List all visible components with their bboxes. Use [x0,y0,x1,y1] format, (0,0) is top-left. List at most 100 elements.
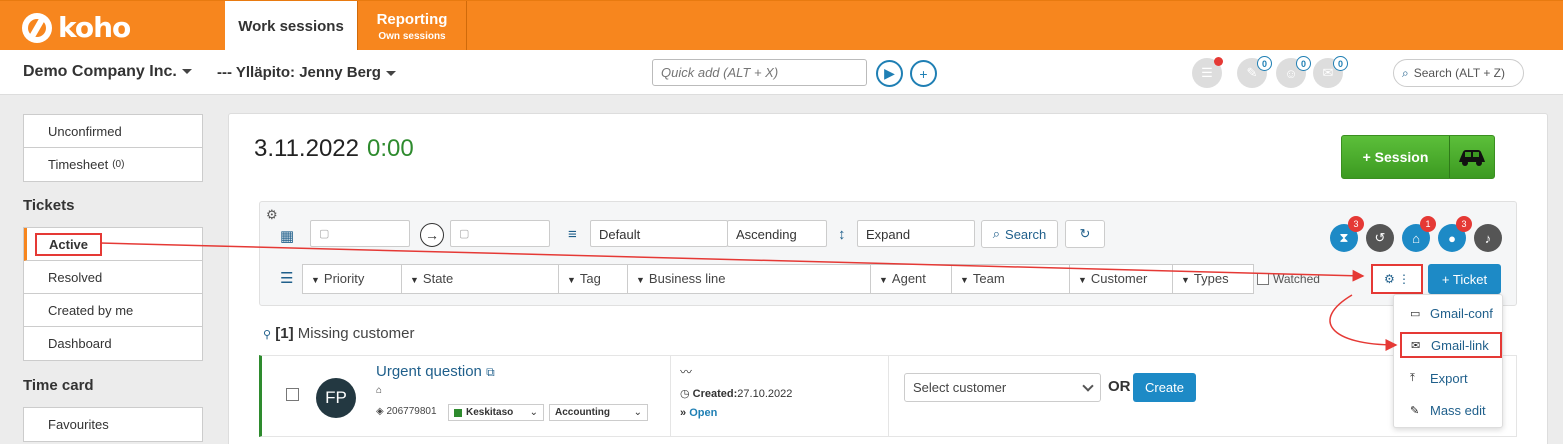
filter-settings-icon[interactable]: ⚙ [266,207,278,223]
chevron-down-icon: ▼ [879,275,888,285]
column-priority[interactable]: ▼ Priority [303,265,402,293]
column-state[interactable]: ▼ State [402,265,559,293]
chevron-down-icon: ▼ [567,275,576,285]
menu-item-gmail-conf[interactable]: ▭ Gmail-conf [1394,300,1504,326]
missing-customer-icon: ⚲ [263,329,272,341]
car-icon [1459,150,1485,166]
select-customer-dropdown[interactable]: Select customer [904,373,1101,402]
calendar-icon: ▦ [280,228,295,245]
sort-select[interactable]: Default [590,220,728,247]
chevron-down-icon: ▼ [410,275,419,285]
tab-reporting[interactable]: Reporting Own sessions [357,1,467,51]
chevron-down-icon: ⌄ [633,407,642,418]
column-agent[interactable]: ▼ Agent [871,265,952,293]
expand-select[interactable]: Expand [857,220,975,247]
sidebar-item-resolved[interactable]: Resolved [24,261,202,294]
date-from-input[interactable]: ▢ [310,220,410,247]
pencil-icon: ✎ [1410,404,1420,417]
gmail-link-icon: ✉ [1411,339,1421,352]
play-icon: ▶ [884,65,895,81]
group-count: [1] [275,325,294,342]
created-date: 27.10.2022 [737,388,793,400]
watched-checkbox-box[interactable] [1257,273,1269,285]
play-button[interactable]: ▶ [876,60,903,87]
company-selector[interactable]: Demo Company Inc. [23,63,192,81]
history-icon[interactable]: ↺ [1366,224,1394,252]
main-panel: 3.11.2022 0:00 + Session ⚙ ▦ ▢ → ▢ ≡ Defa… [228,113,1548,444]
sidebar-item-label: Favourites [48,417,109,432]
ticket-select-checkbox[interactable] [286,388,299,401]
created-label: Created: [692,388,738,400]
ticket-state[interactable]: » Open [680,407,717,419]
timesheet-count: (0) [112,159,125,170]
date-to-input[interactable]: ▢ [450,220,550,247]
ticket-id: ◈ 206779801 [376,406,437,417]
tickets-count-badge: 0 [1257,56,1272,71]
home-icon: ⌂ [376,385,383,396]
column-types[interactable]: ▼ Types [1173,265,1253,293]
settings-dropdown-menu: ▭ Gmail-conf ✉ Gmail-link ⤒ Export ✎ Mass ed… [1393,294,1503,428]
business-line-select[interactable]: Accounting ⌄ [549,404,648,421]
ticket-id-value: 206779801 [386,406,437,417]
gear-icon: ⚙ [1383,272,1395,286]
ticket-title-link[interactable]: Urgent question ⧉ [376,363,495,380]
search-button[interactable]: ⌕ Search [981,220,1058,248]
search-icon: ⌕ [992,226,1001,241]
quick-add-input[interactable] [652,59,867,86]
priority-color [454,408,462,417]
sidebar-tickets-group: Active Resolved Created by me Dashboard [23,227,203,361]
create-customer-button[interactable]: Create [1133,373,1196,402]
clock-icon: ◷ [680,388,690,400]
car-button[interactable] [1450,136,1494,178]
messages-count-badge: 0 [1333,56,1348,71]
sidebar-item-unconfirmed[interactable]: Unconfirmed [24,115,202,148]
ticket-row[interactable]: FP Urgent question ⧉ ⌂ ◈ 206779801 Keski… [259,355,1517,437]
order-select[interactable]: Ascending [727,220,827,247]
sidebar-item-active[interactable]: Active [24,228,202,261]
chevron-down-icon: ▼ [1181,275,1190,285]
watched-checkbox[interactable]: Watched [1257,272,1320,286]
sidebar-item-dashboard[interactable]: Dashboard [24,327,202,360]
row-divider [888,356,889,436]
koho-logo[interactable]: koho [22,11,131,44]
menu-item-mass-edit[interactable]: ✎ Mass edit [1394,397,1504,423]
avatar: FP [316,378,356,418]
session-button-group: + Session [1341,135,1495,179]
menu-item-export[interactable]: ⤒ Export [1394,365,1504,391]
sidebar-item-label: Active [35,232,103,256]
menu-item-gmail-link[interactable]: ✉ Gmail-link [1400,332,1502,358]
column-label: Business line [648,271,726,286]
top-navigation-bar: koho Work sessions Reporting Own session… [0,0,1563,51]
column-label: Agent [891,271,926,286]
tickets-heading: Tickets [23,197,75,214]
add-session-button[interactable]: + Session [1342,136,1450,178]
sidebar-top-group: Unconfirmed Timesheet (0) [23,114,203,182]
more-vertical-icon: ⋮ [1398,272,1411,286]
tab-work-sessions[interactable]: Work sessions [225,1,357,51]
sidebar-item-created-by-me[interactable]: Created by me [24,294,202,327]
bell-icon[interactable]: ♪ [1474,224,1502,252]
settings-menu-button[interactable]: ⚙ ⋮ [1371,264,1423,294]
sidebar-item-timesheet[interactable]: Timesheet (0) [24,148,202,181]
column-team[interactable]: ▼ Team [952,265,1070,293]
column-business-line[interactable]: ▼ Business line [628,265,871,293]
tab-reporting-sublabel: Own sessions [378,30,446,42]
logo-text: koho [58,11,131,44]
maintenance-selector[interactable]: --- Ylläpito: Jenny Berg [217,64,396,81]
session-date: 3.11.2022 [254,135,359,162]
external-link-icon[interactable]: ⧉ [486,365,495,379]
select-customer-label: Select customer [913,380,1007,395]
column-tag[interactable]: ▼ Tag [559,265,628,293]
chevron-down-icon: ▼ [960,275,969,285]
koho-logo-icon [22,12,52,43]
global-search-input[interactable]: ⌕ Search (ALT + Z) [1393,59,1524,87]
column-label: Customer [1090,271,1148,286]
activity-icon: 〰 [680,365,693,379]
company-name: Demo Company Inc. [23,63,177,80]
add-button[interactable]: + [910,60,937,87]
priority-select[interactable]: Keskitaso ⌄ [448,404,544,421]
add-ticket-button[interactable]: + Ticket [1428,264,1501,294]
column-customer[interactable]: ▼ Customer [1070,265,1173,293]
sidebar-item-favourites[interactable]: Favourites [24,408,202,441]
refresh-button[interactable]: ↻ [1065,220,1105,248]
